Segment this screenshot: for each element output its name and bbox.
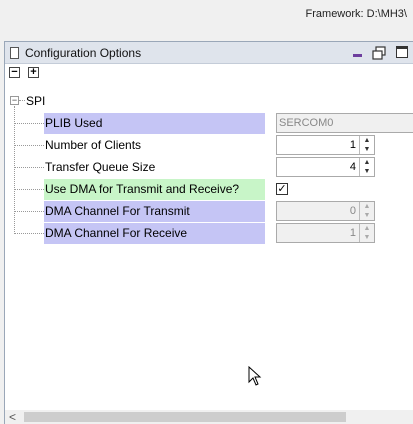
use-dma-label: Use DMA for Transmit and Receive? [44,179,265,200]
transfer-queue-size-label: Transfer Queue Size [45,160,156,174]
spin-down-icon[interactable]: ▼ [360,167,374,176]
use-dma-checkbox[interactable]: ✓ [276,183,288,195]
tree-root-spi[interactable]: SPI [26,94,45,108]
number-of-clients-stepper[interactable]: 1 ▲ ▼ [276,135,375,155]
tree-connector [14,233,44,234]
dma-channel-transmit-stepper: 0 ▲ ▼ [276,201,375,221]
configuration-options-panel: Configuration Options − + − SPI PLIB Use… [4,41,413,424]
number-of-clients-label: Number of Clients [45,138,142,152]
tree-collapse-toggle[interactable]: − [10,96,19,105]
dma-channel-transmit-label: DMA Channel For Transmit [44,201,265,222]
spin-down-icon[interactable]: ▼ [360,145,374,154]
dma-channel-receive-label: DMA Channel For Receive [44,223,265,244]
minimize-icon[interactable] [353,54,362,57]
number-of-clients-value[interactable]: 1 [350,136,356,154]
plib-used-label: PLIB Used [44,113,265,134]
dma-channel-receive-stepper: 1 ▲ ▼ [276,223,375,243]
collapse-all-button[interactable]: − [9,67,20,78]
spin-up-icon: ▲ [363,225,371,232]
mouse-cursor-icon [248,366,262,386]
maximize-icon[interactable] [396,46,408,58]
spin-up-icon: ▲ [363,203,371,210]
dma-channel-transmit-value: 0 [349,205,356,217]
horizontal-scrollbar[interactable]: < [5,410,413,424]
spin-up-icon[interactable]: ▲ [360,158,374,167]
framework-label: Framework: D:\MH3\ [305,8,407,20]
tree-connector [14,167,44,168]
tree-connector [14,106,15,234]
expand-all-button[interactable]: + [28,67,39,78]
tree-connector [14,211,44,212]
tree-connector [14,189,44,190]
panel-toolbar: − + [5,64,413,83]
tree-connector [19,100,25,101]
spin-up-icon[interactable]: ▲ [360,136,374,145]
panel-title: Configuration Options [25,45,142,60]
transfer-queue-size-value[interactable]: 4 [350,158,356,176]
panel-titlebar: Configuration Options [5,42,413,64]
spin-down-icon: ▼ [363,234,371,241]
document-icon [10,46,19,59]
scrollbar-thumb[interactable] [24,412,346,422]
dma-channel-receive-value: 1 [349,227,356,239]
tree-connector [14,145,44,146]
restore-window-icon[interactable] [372,46,386,60]
transfer-queue-size-stepper[interactable]: 4 ▲ ▼ [276,157,375,177]
scroll-left-icon[interactable]: < [9,410,16,424]
tree-connector [14,123,44,124]
spin-down-icon: ▼ [363,212,371,219]
plib-used-field: SERCOM0 [276,113,413,133]
